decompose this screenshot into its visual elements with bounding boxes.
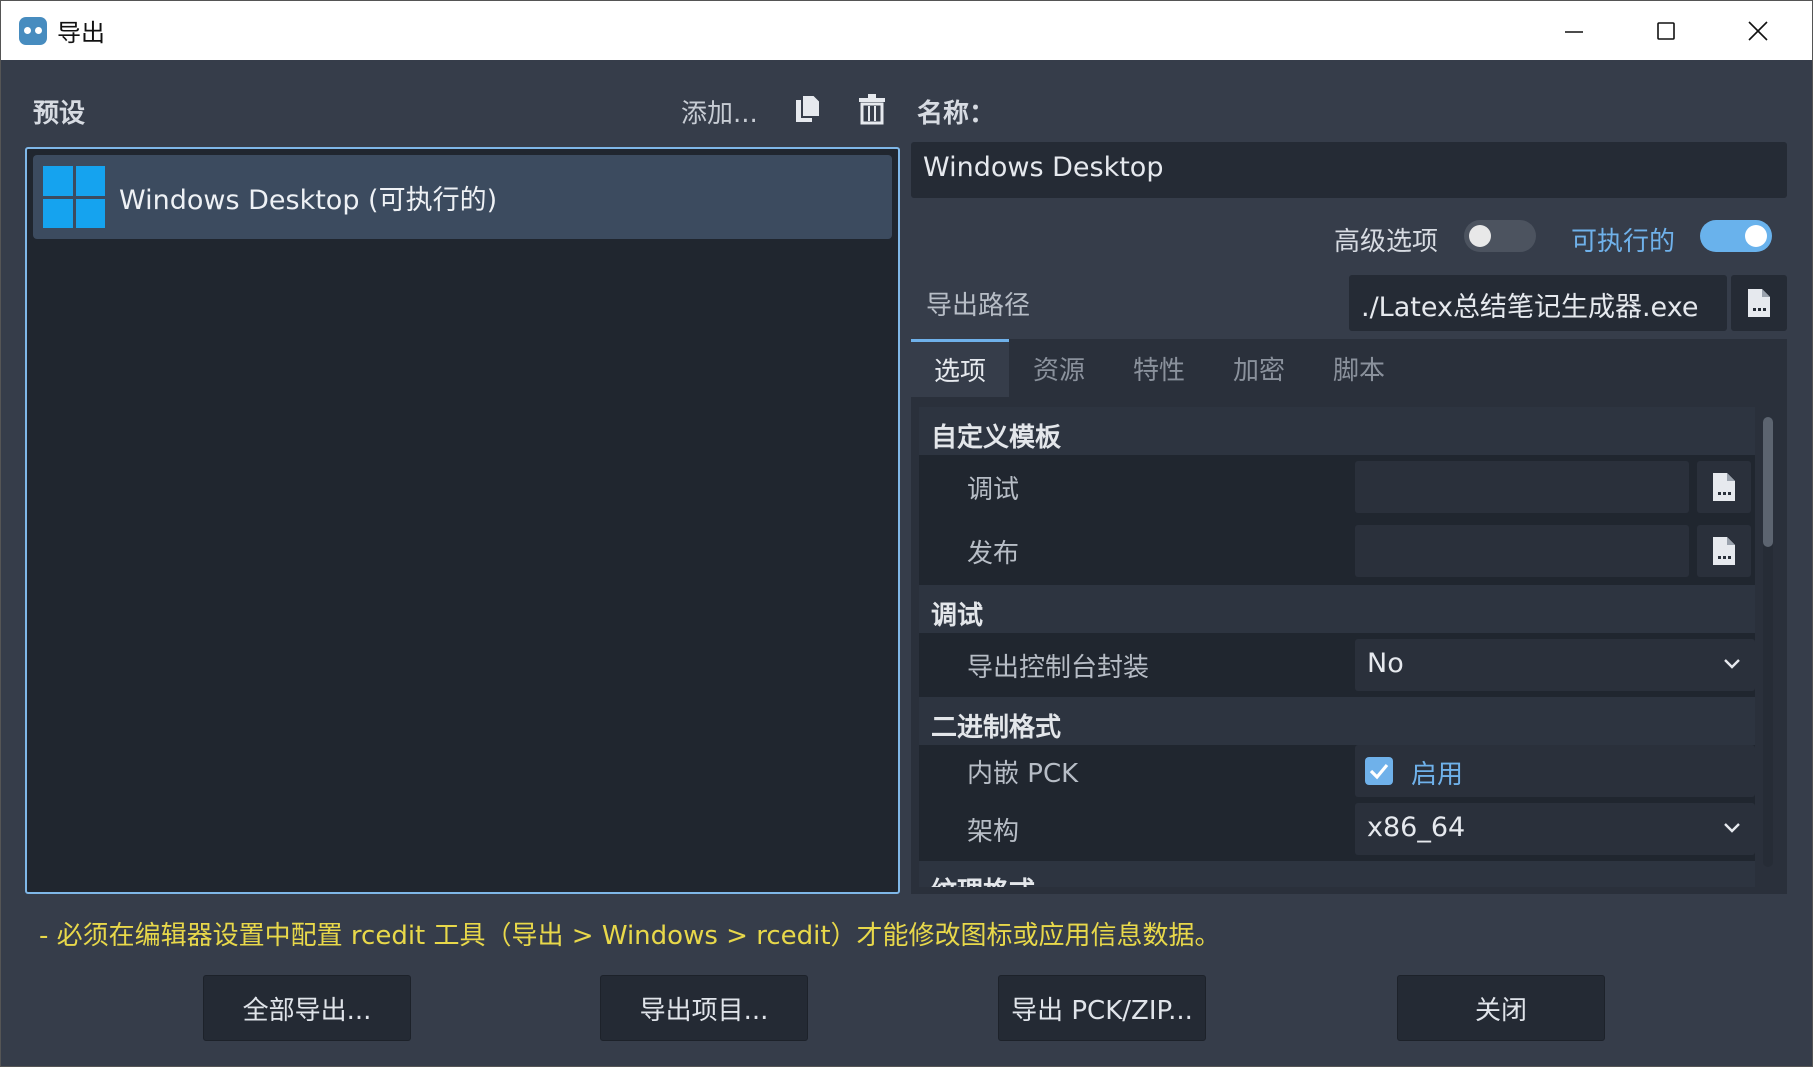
- tab-encryption[interactable]: 加密: [1209, 339, 1309, 397]
- title-bar: 导出: [1, 1, 1812, 60]
- duplicate-preset-icon[interactable]: [793, 93, 823, 125]
- tab-scripts[interactable]: 脚本: [1309, 339, 1409, 397]
- release-template-input[interactable]: [1355, 525, 1689, 577]
- advanced-options-toggle[interactable]: [1464, 220, 1536, 252]
- chevron-down-icon: [1724, 659, 1740, 669]
- maximize-button[interactable]: [1620, 1, 1712, 60]
- scrollbar-thumb[interactable]: [1763, 417, 1773, 547]
- section-debug[interactable]: 调试: [919, 585, 1755, 633]
- options-scrollbar[interactable]: [1763, 417, 1773, 867]
- file-icon: [1713, 537, 1735, 565]
- name-label: 名称：: [917, 99, 996, 129]
- tab-features[interactable]: 特性: [1109, 339, 1209, 397]
- settings-tabs: 选项 资源 特性 加密 脚本: [911, 339, 1787, 397]
- console-wrapper-select[interactable]: No: [1355, 639, 1755, 691]
- tab-resources[interactable]: 资源: [1009, 339, 1109, 397]
- options-inspector: 自定义模板 调试 发布 调试 导出控制台封装 No 二进制格式 内嵌 PCK 启…: [911, 397, 1787, 894]
- delete-preset-icon[interactable]: [857, 93, 887, 125]
- godot-app-icon: [19, 16, 47, 45]
- browse-export-path-button[interactable]: [1731, 275, 1787, 331]
- executable-toggle[interactable]: [1700, 220, 1772, 252]
- rcedit-warning-text: - 必须在编辑器设置中配置 rcedit 工具（导出 > Windows > r…: [39, 921, 1221, 951]
- embed-pck-field[interactable]: 启用: [1355, 745, 1755, 797]
- maximize-icon: [1657, 21, 1675, 40]
- section-texture-format[interactable]: 纹理格式: [919, 861, 1755, 887]
- browse-release-template-button[interactable]: [1697, 525, 1751, 577]
- export-project-button[interactable]: 导出项目...: [600, 975, 808, 1041]
- tab-options[interactable]: 选项: [911, 339, 1009, 397]
- chevron-down-icon: [1724, 823, 1740, 833]
- preset-name-input[interactable]: Windows Desktop: [911, 142, 1787, 198]
- architecture-label: 架构: [967, 817, 1020, 847]
- section-custom-template[interactable]: 自定义模板: [919, 407, 1755, 455]
- debug-template-label: 调试: [967, 475, 1020, 505]
- preset-item-windows-desktop[interactable]: Windows Desktop (可执行的): [33, 155, 892, 239]
- executable-label: 可执行的: [1571, 227, 1676, 257]
- presets-heading: 预设: [33, 99, 86, 129]
- minimize-icon: [1565, 30, 1583, 33]
- console-wrapper-value: No: [1367, 648, 1404, 679]
- close-window-button[interactable]: [1712, 1, 1804, 60]
- architecture-value: x86_64: [1367, 812, 1466, 843]
- release-template-label: 发布: [967, 539, 1020, 569]
- file-icon: [1748, 289, 1770, 317]
- windows-logo-icon: [43, 166, 105, 228]
- embed-pck-value: 启用: [1411, 760, 1464, 790]
- export-dialog: 导出 预设 添加... Windows Desktop (可执行的) 名称： W…: [0, 0, 1813, 1067]
- minimize-button[interactable]: [1528, 1, 1620, 60]
- export-pck-zip-button[interactable]: 导出 PCK/ZIP...: [998, 975, 1206, 1041]
- architecture-select[interactable]: x86_64: [1355, 803, 1755, 855]
- preset-item-label: Windows Desktop (可执行的): [119, 184, 498, 216]
- checkmark-icon: [1369, 763, 1389, 780]
- add-preset-button[interactable]: 添加...: [681, 93, 758, 130]
- close-button[interactable]: 关闭: [1397, 975, 1605, 1041]
- embed-pck-label: 内嵌 PCK: [967, 759, 1079, 789]
- console-wrapper-label: 导出控制台封装: [967, 653, 1150, 683]
- section-binary-format[interactable]: 二进制格式: [919, 697, 1755, 745]
- window-title: 导出: [57, 19, 105, 47]
- browse-debug-template-button[interactable]: [1697, 461, 1751, 513]
- close-icon: [1748, 20, 1768, 41]
- options-list: 自定义模板 调试 发布 调试 导出控制台封装 No 二进制格式 内嵌 PCK 启…: [919, 407, 1755, 887]
- advanced-options-label: 高级选项: [1334, 227, 1439, 257]
- preset-list: Windows Desktop (可执行的): [25, 147, 900, 894]
- export-all-button[interactable]: 全部导出...: [203, 975, 411, 1041]
- embed-pck-checkbox[interactable]: [1365, 757, 1393, 785]
- export-path-input[interactable]: ./Latex总结笔记生成器.exe: [1349, 275, 1727, 331]
- debug-template-input[interactable]: [1355, 461, 1689, 513]
- file-icon: [1713, 473, 1735, 501]
- export-path-label: 导出路径: [926, 291, 1031, 321]
